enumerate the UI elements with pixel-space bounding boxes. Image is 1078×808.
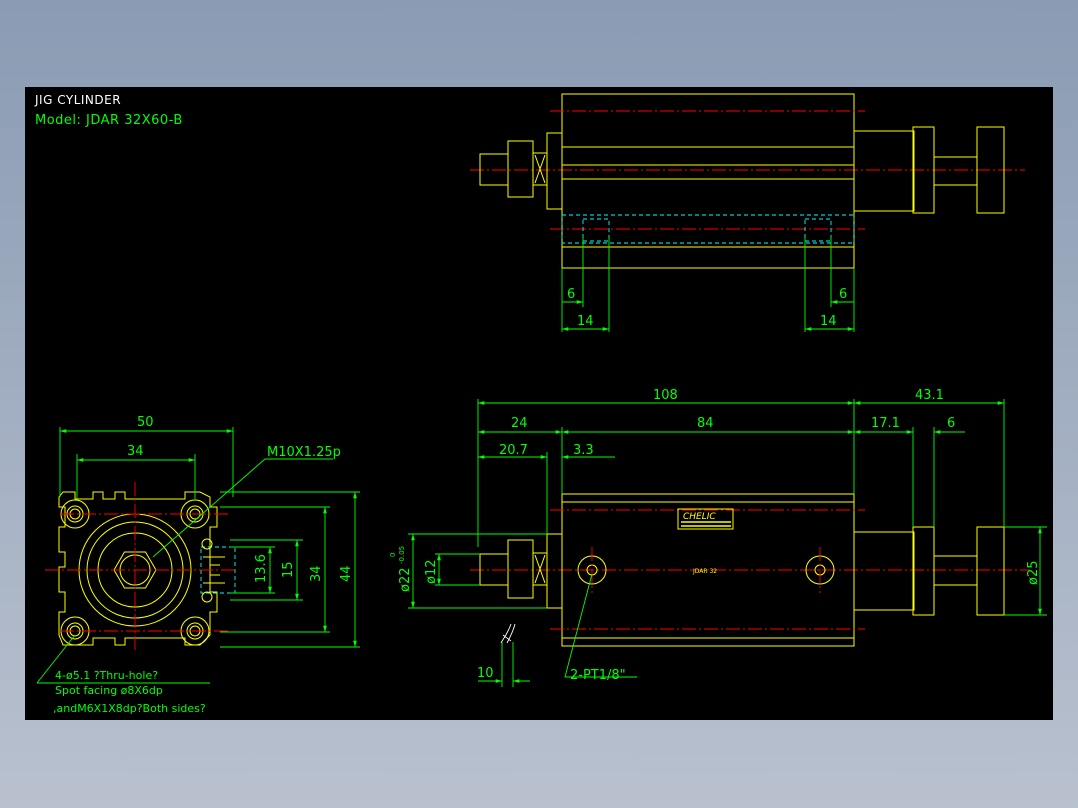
- side-tol-upper: 0: [389, 553, 397, 557]
- side-dim-20-7: 20.7: [499, 443, 528, 458]
- side-dim-24: 24: [511, 416, 528, 431]
- side-dim-10: 10: [477, 666, 494, 681]
- side-dia-25: ø25: [1026, 561, 1041, 586]
- port-label: 2-PT1/8": [570, 668, 626, 683]
- side-dim-3-3: 3.3: [573, 443, 594, 458]
- top-view: 6 14 6 14: [470, 93, 1025, 332]
- side-dia-12: ø12: [424, 560, 439, 585]
- side-view: CHELIC JDAR 32 108 43.1 24 84 17.1 6 20.…: [389, 388, 1047, 687]
- brand-name: CHELIC: [683, 512, 716, 522]
- cad-drawing: JIG CYLINDER Model: JDAR 32X60-B 6 14 6 …: [34, 93, 1047, 715]
- front-dim-13-6: 13.6: [254, 554, 269, 583]
- hole-note-line1: 4-ø5.1 ?Thru-hole?: [55, 669, 158, 682]
- drawing-title: JIG CYLINDER: [34, 93, 121, 107]
- drawing-canvas[interactable]: JIG CYLINDER Model: JDAR 32X60-B 6 14 6 …: [25, 87, 1053, 720]
- front-dim-50: 50: [137, 415, 154, 430]
- front-dim-44: 44: [339, 565, 354, 582]
- side-dim-43-1: 43.1: [915, 388, 944, 403]
- front-dim-34: 34: [127, 444, 144, 459]
- front-dim-15: 15: [281, 561, 296, 578]
- top-dim-4: 14: [820, 314, 837, 329]
- hole-note-line3: ,andM6X1X8dp?Both sides?: [53, 702, 206, 715]
- top-dim-2: 14: [577, 314, 594, 329]
- front-dim-34-v: 34: [309, 565, 324, 582]
- side-dia-22: ø22: [398, 568, 413, 593]
- top-dim-3: 6: [839, 287, 847, 302]
- front-view: 50 34 13.6 15 34 44 M10X1.25p 4-ø5.1 ?Th…: [36, 415, 360, 715]
- thread-label: M10X1.25p: [267, 445, 341, 460]
- side-dim-108: 108: [653, 388, 678, 403]
- model-label: Model: JDAR 32X60-B: [35, 113, 183, 128]
- side-dim-17-1: 17.1: [871, 416, 900, 431]
- side-dim-6: 6: [947, 416, 955, 431]
- side-dim-84: 84: [697, 416, 714, 431]
- body-label: JDAR 32: [692, 568, 717, 575]
- hole-note-line2: Spot facing ø8X6dp: [55, 684, 163, 697]
- side-tol-lower: -0.05: [398, 546, 406, 564]
- top-dim-1: 6: [567, 287, 575, 302]
